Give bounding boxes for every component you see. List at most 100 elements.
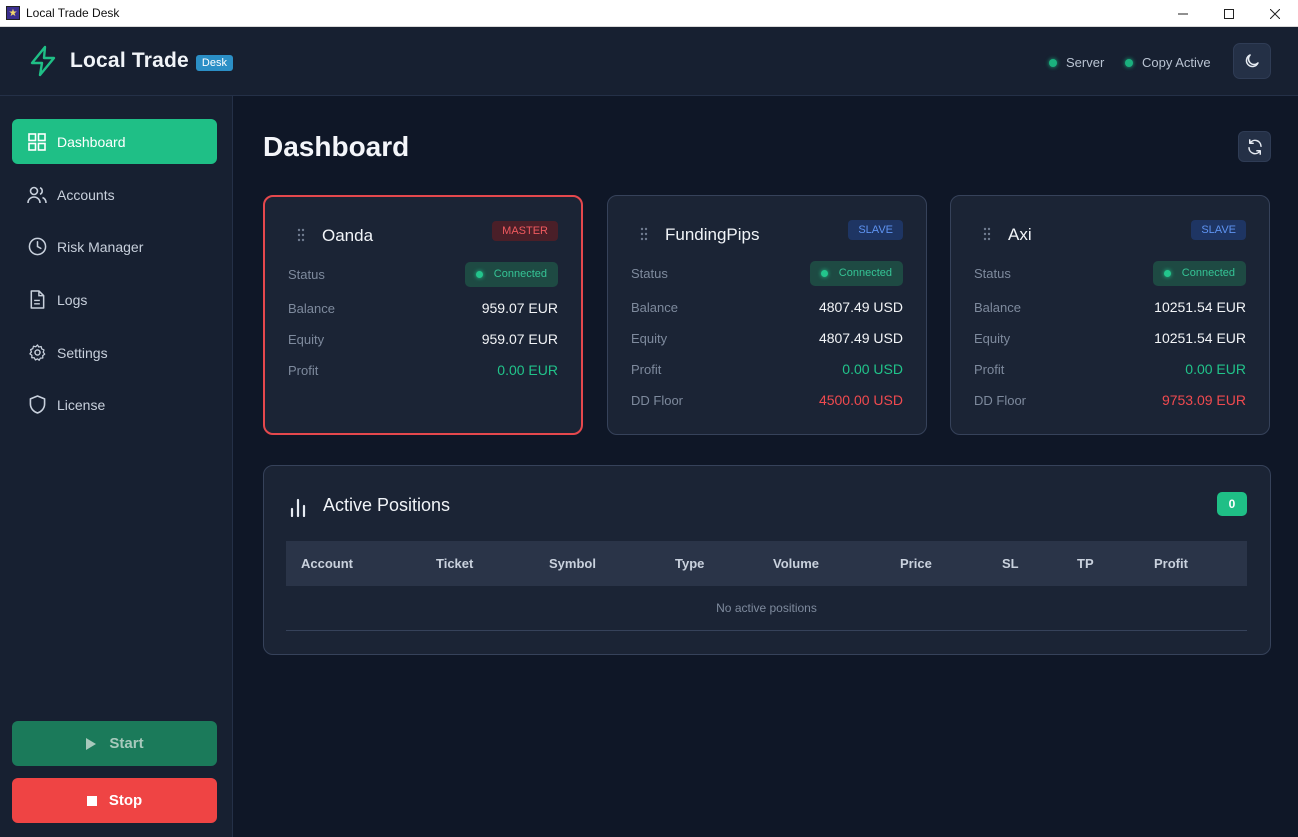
grid-icon <box>27 132 47 152</box>
column-header-type[interactable]: Type <box>675 541 704 586</box>
column-header-account[interactable]: Account <box>301 541 353 586</box>
stop-icon <box>86 795 97 806</box>
equity-row: Equity 4807.49 USD <box>631 328 903 348</box>
play-icon <box>85 737 97 751</box>
profit-value: 0.00 USD <box>842 361 903 377</box>
status-row: Status Connected <box>974 260 1246 286</box>
app-icon: ★ <box>6 6 20 20</box>
equity-value: 4807.49 USD <box>818 330 903 346</box>
profit-label: Profit <box>288 362 319 378</box>
column-header-sl[interactable]: SL <box>1002 541 1019 586</box>
server-status-label: Server <box>1066 55 1105 70</box>
status-label: Status <box>288 266 325 282</box>
start-button-label: Start <box>109 735 144 752</box>
equity-label: Equity <box>631 330 668 346</box>
bar-chart-icon <box>290 498 306 517</box>
connected-dot-icon <box>475 270 483 278</box>
account-name: Axi <box>1008 225 1032 244</box>
maximize-icon <box>1224 8 1234 19</box>
start-button[interactable]: Start <box>12 721 217 766</box>
dd-floor-row: DD Floor 9753.09 EUR <box>974 390 1246 410</box>
equity-value: 959.07 EUR <box>481 331 558 347</box>
column-header-price[interactable]: Price <box>900 541 932 586</box>
stop-button-label: Stop <box>108 792 143 809</box>
positions-table-header: Account Ticket Symbol Type Volume Price … <box>286 541 1247 586</box>
profit-row: Profit 0.00 EUR <box>288 360 558 380</box>
status-label: Status <box>631 265 668 281</box>
column-header-volume[interactable]: Volume <box>773 541 819 586</box>
account-name: Oanda <box>322 226 374 245</box>
profit-value: 0.00 EUR <box>1185 361 1246 377</box>
equity-label: Equity <box>288 331 325 347</box>
panel-title: Active Positions <box>323 495 451 515</box>
server-status: Server <box>1049 55 1104 70</box>
equity-value: 10251.54 EUR <box>1154 330 1246 346</box>
minimize-icon <box>1178 13 1188 14</box>
profit-label: Profit <box>631 361 662 377</box>
sidebar-item-label: Settings <box>57 344 108 361</box>
balance-value: 959.07 EUR <box>481 300 558 316</box>
status-label: Status <box>974 265 1011 281</box>
profit-row: Profit 0.00 USD <box>631 359 903 379</box>
stop-button[interactable]: Stop <box>12 778 217 823</box>
role-badge: SLAVE <box>848 220 903 240</box>
connected-dot-icon <box>1163 269 1171 277</box>
status-text: Connected <box>493 268 547 280</box>
status-badge: Connected <box>1152 260 1246 286</box>
dd-floor-value: 9753.09 EUR <box>1161 392 1246 408</box>
column-header-ticket[interactable]: Ticket <box>436 541 473 586</box>
status-text: Connected <box>1181 267 1235 279</box>
equity-row: Equity 10251.54 EUR <box>974 328 1246 348</box>
theme-toggle-button[interactable] <box>1233 43 1271 79</box>
copy-status-label: Copy Active <box>1142 55 1211 70</box>
status-badge: Connected <box>464 261 558 287</box>
status-badge: Connected <box>809 260 903 286</box>
sidebar-item-label: License <box>57 396 106 413</box>
sidebar-item-label: Accounts <box>57 186 115 203</box>
gear-icon <box>27 343 47 363</box>
balance-value: 4807.49 USD <box>818 299 903 315</box>
refresh-button[interactable] <box>1238 131 1271 162</box>
sidebar-item-label: Risk Manager <box>57 238 144 255</box>
drag-handle-icon[interactable] <box>983 227 991 241</box>
account-card-fundingpips[interactable]: FundingPips SLAVE Status Connected Balan… <box>607 195 927 435</box>
drag-handle-icon[interactable] <box>640 227 648 241</box>
brand-tag: Desk <box>195 54 233 71</box>
maximize-button[interactable] <box>1206 0 1252 27</box>
brand-name: Local Trade <box>70 49 189 72</box>
status-row: Status Connected <box>288 261 558 287</box>
file-icon <box>27 290 47 310</box>
balance-label: Balance <box>631 299 678 315</box>
balance-label: Balance <box>974 299 1021 315</box>
connected-dot-icon <box>820 269 828 277</box>
positions-count-badge: 0 <box>1217 492 1247 516</box>
account-card-oanda[interactable]: Oanda MASTER Status Connected Balance 95… <box>263 195 583 435</box>
sidebar-item-label: Dashboard <box>57 133 126 150</box>
moon-icon <box>1245 54 1259 68</box>
sidebar-item-risk-manager[interactable]: Risk Manager <box>12 224 217 269</box>
sidebar-item-accounts[interactable]: Accounts <box>12 172 217 217</box>
minimize-button[interactable] <box>1160 0 1206 27</box>
sidebar: Dashboard Accounts Risk Manager Logs Set… <box>0 96 233 837</box>
copy-status: Copy Active <box>1125 55 1211 70</box>
close-button[interactable] <box>1252 0 1298 27</box>
column-header-symbol[interactable]: Symbol <box>549 541 596 586</box>
app-header: Local Trade Desk Server Copy Active <box>0 27 1298 96</box>
balance-label: Balance <box>288 300 335 316</box>
account-card-axi[interactable]: Axi SLAVE Status Connected Balance 10251… <box>950 195 1270 435</box>
sidebar-item-label: Logs <box>57 291 88 308</box>
sidebar-item-license[interactable]: License <box>12 382 217 427</box>
balance-row: Balance 4807.49 USD <box>631 297 903 317</box>
balance-row: Balance 959.07 EUR <box>288 298 558 318</box>
dd-floor-label: DD Floor <box>631 392 684 408</box>
sidebar-item-logs[interactable]: Logs <box>12 277 217 322</box>
sidebar-item-settings[interactable]: Settings <box>12 330 217 375</box>
refresh-icon <box>1247 138 1262 155</box>
sidebar-item-dashboard[interactable]: Dashboard <box>12 119 217 164</box>
close-icon <box>1270 8 1280 19</box>
profit-row: Profit 0.00 EUR <box>974 359 1246 379</box>
dd-floor-value: 4500.00 USD <box>818 392 903 408</box>
column-header-profit[interactable]: Profit <box>1154 541 1188 586</box>
drag-handle-icon[interactable] <box>297 228 305 242</box>
column-header-tp[interactable]: TP <box>1077 541 1094 586</box>
